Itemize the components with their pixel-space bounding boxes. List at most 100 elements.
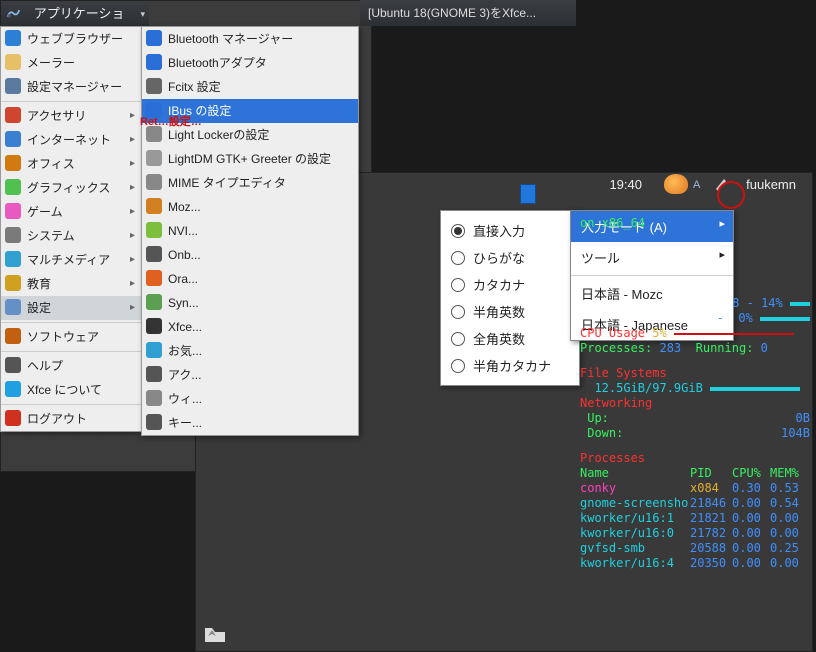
submenu-item-label: Xfce...: [168, 320, 202, 334]
app-menu-item[interactable]: ソフトウェア: [1, 325, 141, 349]
menu-item-label: マルチメディア: [27, 253, 110, 267]
submenu-item[interactable]: Bluetoothアダプタ: [142, 51, 358, 75]
submenu-item[interactable]: Ora...: [142, 267, 358, 291]
submenu-item[interactable]: お気...: [142, 339, 358, 363]
menu-item-icon: [5, 251, 21, 267]
app-menu-item[interactable]: メーラー: [1, 51, 141, 75]
submenu-item-label: Moz...: [168, 200, 201, 214]
menu-item-icon: [5, 203, 21, 219]
applications-menu-popup: ウェブブラウザーメーラー設定マネージャーアクセサリインターネットオフィスグラフィ…: [0, 26, 142, 432]
submenu-item-label: LightDM GTK+ Greeter の設定: [168, 152, 331, 166]
submenu-item[interactable]: キー...: [142, 411, 358, 435]
submenu-item[interactable]: NVI...: [142, 219, 358, 243]
menu-item-label: オフィス: [27, 157, 75, 171]
xfce-logo-icon: [5, 5, 22, 23]
mozc-mode-label: 半角カタカナ: [473, 356, 551, 375]
process-row: kworker/u16:4203500.000.00: [580, 556, 810, 571]
menu-item-label: 設定: [27, 301, 51, 315]
submenu-item-icon: [146, 54, 162, 70]
applications-menu[interactable]: アプリケーション: [26, 1, 139, 27]
submenu-item-icon: [146, 414, 162, 430]
menu-item-label: グラフィックス: [27, 181, 110, 195]
app-menu-item[interactable]: ウェブブラウザー: [1, 27, 141, 51]
app-menu-item[interactable]: マルチメディア: [1, 248, 141, 272]
parent-folder-icon[interactable]: [200, 622, 230, 646]
process-row: kworker/u16:0217820.000.00: [580, 526, 810, 541]
submenu-item-icon: [146, 198, 162, 214]
notification-icon[interactable]: [664, 174, 688, 194]
submenu-item[interactable]: MIME タイプエディタ: [142, 171, 358, 195]
submenu-item[interactable]: Xfce...: [142, 315, 358, 339]
app-menu-item[interactable]: 設定: [1, 296, 141, 320]
submenu-item-icon: [146, 294, 162, 310]
submenu-item-icon: [146, 174, 162, 190]
submenu-item-icon: [146, 390, 162, 406]
window-title: [Ubuntu 18(GNOME 3)をXfce...: [360, 0, 576, 26]
menu-item-label: 教育: [27, 277, 51, 291]
app-menu-item[interactable]: ゲーム: [1, 200, 141, 224]
menu-item-label: ヘルプ: [27, 359, 63, 373]
submenu-item-label: NVI...: [168, 224, 198, 238]
app-menu-item[interactable]: ヘルプ: [1, 354, 141, 378]
workspace-switcher[interactable]: [520, 184, 536, 204]
menu-item-icon: [5, 179, 21, 195]
panel-user[interactable]: fuukemn: [746, 177, 796, 192]
submenu-item-label: Onb...: [168, 248, 201, 262]
menu-item-icon: [5, 357, 21, 373]
submenu-item-icon: [146, 366, 162, 382]
mozc-mode-label: 全角英数: [473, 329, 525, 348]
menu-item-icon: [5, 155, 21, 171]
submenu-item[interactable]: Fcitx 設定: [142, 75, 358, 99]
app-menu-item[interactable]: 教育: [1, 272, 141, 296]
annotation-circle: [717, 181, 745, 209]
input-method-icon[interactable]: A: [692, 177, 706, 191]
radio-icon: [451, 278, 465, 292]
submenu-item[interactable]: LightDM GTK+ Greeter の設定: [142, 147, 358, 171]
app-menu-item[interactable]: インターネット: [1, 128, 141, 152]
chevron-down-icon: ▾: [140, 9, 145, 20]
mozc-mode-option[interactable]: 全角英数: [445, 325, 575, 352]
app-menu-item[interactable]: ログアウト: [1, 407, 141, 431]
menu-item-label: 設定マネージャー: [27, 80, 122, 94]
menu-item-icon: [5, 299, 21, 315]
app-menu-item[interactable]: アクセサリ: [1, 104, 141, 128]
mozc-mode-option[interactable]: カタカナ: [445, 271, 575, 298]
menu-item-label: アクセサリ: [27, 109, 86, 123]
submenu-item[interactable]: Bluetooth マネージャー: [142, 27, 358, 51]
submenu-item[interactable]: ウィ...: [142, 387, 358, 411]
app-menu-item[interactable]: システム: [1, 224, 141, 248]
mozc-mode-option[interactable]: ひらがな: [445, 244, 575, 271]
menu-item-icon: [5, 410, 21, 426]
submenu-item[interactable]: Onb...: [142, 243, 358, 267]
menu-item-icon: [5, 227, 21, 243]
mozc-mode-option[interactable]: 半角カタカナ: [445, 352, 575, 379]
menu-item-icon: [5, 131, 21, 147]
menubar: アプリケーション ▾: [1, 1, 149, 27]
app-menu-item[interactable]: オフィス: [1, 152, 141, 176]
menu-item-icon: [5, 107, 21, 123]
mozc-mode-label: 直接入力: [473, 221, 525, 240]
menu-item-label: ウェブブラウザー: [27, 32, 123, 46]
submenu-item-icon: [146, 342, 162, 358]
panel-clock: 19:40: [609, 177, 642, 192]
menu-item-label: システム: [27, 229, 75, 243]
submenu-item-icon: [146, 222, 162, 238]
radio-icon: [451, 251, 465, 265]
submenu-item-icon: [146, 246, 162, 262]
radio-icon: [451, 359, 465, 373]
radio-icon: [451, 224, 465, 238]
app-menu-item[interactable]: 設定マネージャー: [1, 75, 141, 99]
mozc-input-mode-popup: 直接入力ひらがなカタカナ半角英数全角英数半角カタカナ: [440, 210, 580, 386]
app-menu-item[interactable]: グラフィックス: [1, 176, 141, 200]
submenu-item[interactable]: アク...: [142, 363, 358, 387]
menu-item-icon: [5, 54, 21, 70]
submenu-item-icon: [146, 78, 162, 94]
submenu-item[interactable]: Moz...: [142, 195, 358, 219]
process-row: kworker/u16:1218210.000.00: [580, 511, 810, 526]
submenu-item-label: アク...: [168, 368, 201, 382]
mozc-mode-option[interactable]: 半角英数: [445, 298, 575, 325]
app-menu-item[interactable]: Xfce について: [1, 378, 141, 402]
submenu-item-label: お気...: [168, 344, 202, 358]
submenu-item[interactable]: Syn...: [142, 291, 358, 315]
mozc-mode-option[interactable]: 直接入力: [445, 217, 575, 244]
